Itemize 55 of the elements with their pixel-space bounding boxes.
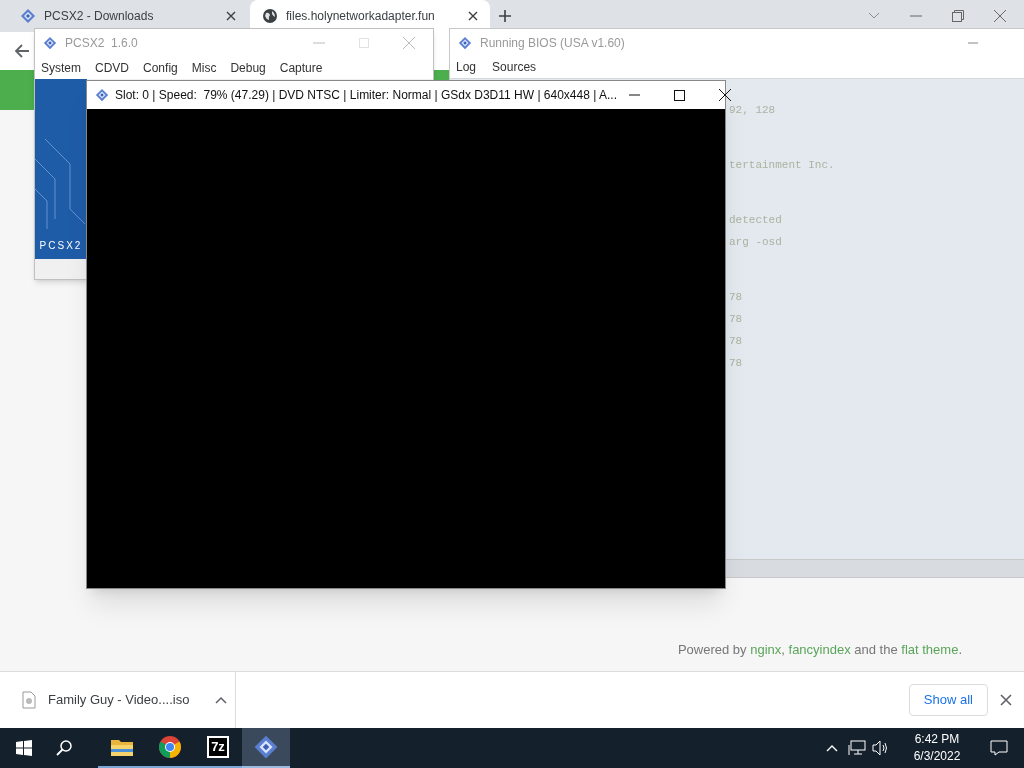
pcsx2-icon bbox=[458, 35, 472, 50]
menu-item[interactable]: Config bbox=[143, 58, 178, 77]
restore-icon[interactable] bbox=[952, 10, 964, 22]
new-tab-icon[interactable] bbox=[498, 9, 512, 23]
close-icon[interactable] bbox=[468, 11, 478, 21]
show-all-button[interactable]: Show all bbox=[908, 684, 988, 716]
window-title: PCSX2 1.6.0 bbox=[65, 34, 138, 52]
volume-icon[interactable] bbox=[872, 740, 890, 756]
log-line: arg -osd bbox=[729, 235, 783, 250]
tab-title: files.holynetworkadapter.fun bbox=[286, 8, 436, 25]
pcsx2-icon bbox=[43, 35, 57, 50]
chevron-down-icon[interactable] bbox=[868, 12, 880, 20]
tab-title: PCSX2 - Downloads bbox=[44, 8, 155, 25]
back-arrow-icon[interactable] bbox=[14, 43, 30, 59]
windows-logo-icon[interactable] bbox=[16, 740, 32, 756]
log-line: detected bbox=[729, 213, 783, 228]
browser-tab[interactable]: PCSX2 - Downloads bbox=[8, 0, 248, 32]
log-line: 78 bbox=[729, 334, 744, 349]
taskbar-app[interactable] bbox=[242, 728, 290, 768]
chevron-up-icon[interactable] bbox=[826, 744, 838, 752]
menu-item[interactable]: Debug bbox=[230, 58, 266, 77]
menu-item[interactable]: CDVD bbox=[95, 58, 130, 77]
caret-up-icon[interactable] bbox=[215, 696, 228, 704]
menu-item[interactable]: Log bbox=[456, 58, 477, 76]
close-icon[interactable] bbox=[719, 89, 731, 101]
window-title: Running BIOS (USA v1.60) bbox=[480, 34, 625, 52]
pcsx2-icon bbox=[253, 734, 279, 760]
menu-item[interactable]: Capture bbox=[279, 58, 323, 77]
file-icon bbox=[22, 691, 36, 709]
pcsx2-icon bbox=[95, 88, 109, 102]
log-line: 78 bbox=[729, 290, 744, 305]
folder-icon bbox=[110, 737, 134, 757]
log-line: 78 bbox=[729, 312, 744, 327]
log-line: tertainment Inc. bbox=[729, 158, 836, 173]
network-icon[interactable] bbox=[848, 740, 866, 756]
footer-text: Powered by nginx, fancyindex and the flat theme. bbox=[676, 640, 963, 659]
window-title: Slot: 0 | Speed: 79% (47.29) | DVD NTSC | Limiter: Normal | GSdx D3D11 HW | 640x448 | A... bbox=[115, 87, 617, 104]
notifications-icon[interactable] bbox=[990, 740, 1008, 756]
menu-item[interactable]: System bbox=[41, 58, 81, 77]
clock-date[interactable]: 6/3/2022 bbox=[913, 748, 961, 765]
close-icon[interactable] bbox=[226, 11, 236, 21]
maximize-icon[interactable] bbox=[674, 89, 685, 101]
log-line: 78 bbox=[729, 356, 744, 371]
search-icon[interactable] bbox=[56, 740, 72, 756]
globe-icon bbox=[262, 8, 278, 24]
menu-item[interactable]: Misc bbox=[191, 58, 217, 77]
close-icon[interactable] bbox=[1000, 694, 1012, 706]
download-file-name: Family Guy - Video....iso bbox=[48, 691, 190, 710]
menu-item[interactable]: Sources bbox=[492, 58, 537, 76]
chrome-icon bbox=[158, 735, 182, 759]
clock-time[interactable]: 6:42 PM bbox=[914, 731, 960, 748]
pcsx2-icon bbox=[20, 8, 36, 24]
archive-icon: 7z bbox=[207, 736, 229, 758]
log-line: 92, 128 bbox=[729, 103, 777, 118]
banner-logo-text: PCSX2 bbox=[39, 239, 83, 253]
